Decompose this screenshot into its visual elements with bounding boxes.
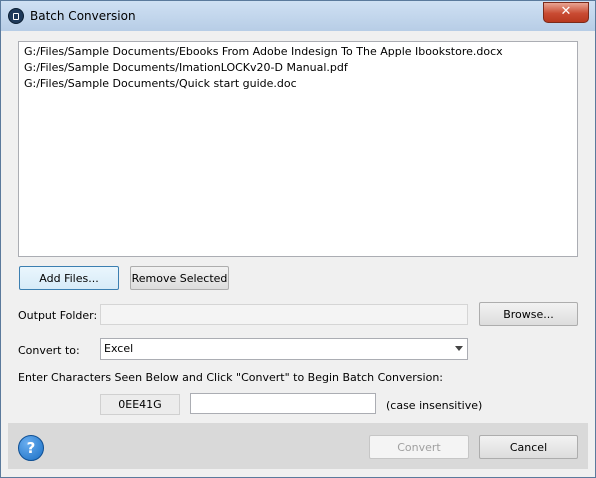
chevron-down-icon[interactable]: [455, 346, 463, 351]
dialog-body: G:/Files/Sample Documents/Ebooks From Ad…: [8, 31, 588, 469]
captcha-code: 0EE41G: [100, 394, 180, 415]
help-icon[interactable]: ?: [18, 435, 44, 461]
case-insensitive-hint: (case insensitive): [386, 399, 483, 412]
output-folder-label: Output Folder:: [18, 309, 98, 322]
output-folder-field[interactable]: [100, 304, 468, 325]
convert-button[interactable]: Convert: [369, 435, 469, 459]
file-list-item[interactable]: G:/Files/Sample Documents/Ebooks From Ad…: [24, 45, 503, 60]
convert-to-select[interactable]: Excel: [100, 338, 468, 360]
close-button[interactable]: ✕: [543, 2, 589, 23]
app-icon: [8, 8, 24, 24]
batch-conversion-dialog: Batch Conversion ✕ G:/Files/Sample Docum…: [0, 0, 596, 478]
add-files-button[interactable]: Add Files...: [19, 266, 119, 290]
convert-to-label: Convert to:: [18, 344, 80, 357]
convert-to-selected-value: Excel: [104, 342, 134, 355]
title-bar[interactable]: Batch Conversion ✕: [1, 1, 595, 31]
cancel-button[interactable]: Cancel: [479, 435, 578, 459]
window-title: Batch Conversion: [30, 9, 136, 23]
file-list-item[interactable]: G:/Files/Sample Documents/ImationLOCKv20…: [24, 61, 348, 76]
browse-button[interactable]: Browse...: [479, 302, 578, 326]
bottom-button-bar: ? Convert Cancel: [8, 423, 588, 469]
captcha-instruction: Enter Characters Seen Below and Click "C…: [18, 371, 443, 384]
file-list[interactable]: G:/Files/Sample Documents/Ebooks From Ad…: [18, 41, 578, 257]
file-list-item[interactable]: G:/Files/Sample Documents/Quick start gu…: [24, 77, 297, 92]
captcha-input[interactable]: [190, 393, 376, 414]
remove-selected-button[interactable]: Remove Selected: [130, 266, 229, 290]
